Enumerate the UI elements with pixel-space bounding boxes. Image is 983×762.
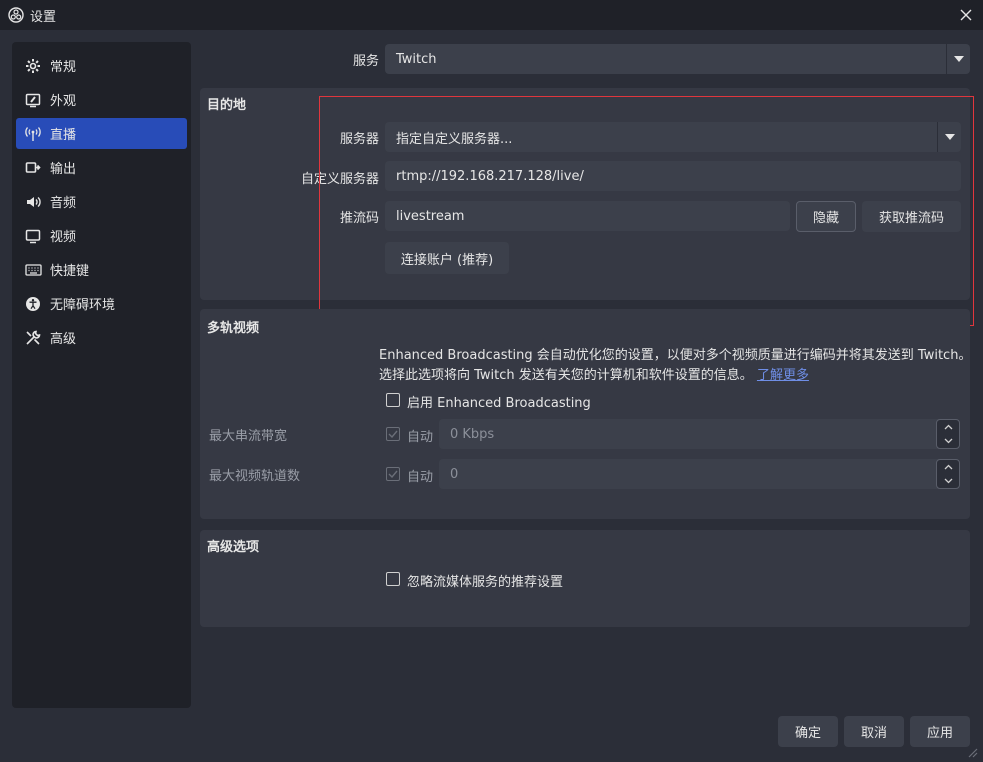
service-dropdown-button[interactable]: [946, 44, 970, 74]
max-bitrate-stepper[interactable]: [936, 419, 960, 449]
max-tracks-label: 最大视频轨道数: [209, 469, 301, 484]
sidebar-item-advanced[interactable]: 高级: [16, 322, 187, 353]
service-label: 服务: [352, 54, 379, 69]
max-tracks-stepper[interactable]: [936, 459, 960, 489]
sidebar-item-label: 常规: [50, 60, 77, 75]
max-tracks-spinbox[interactable]: 0: [439, 459, 960, 489]
ignore-recommended-label: 忽略流媒体服务的推荐设置: [407, 575, 564, 590]
sidebar-item-general[interactable]: 常规: [16, 50, 187, 81]
max-bitrate-auto-checkbox[interactable]: [386, 427, 400, 441]
sidebar-item-video[interactable]: 视频: [16, 220, 187, 251]
sidebar-item-label: 直播: [50, 128, 77, 143]
close-button[interactable]: [954, 3, 978, 27]
obs-logo-icon: [8, 7, 24, 23]
chevron-down-icon[interactable]: [937, 474, 959, 488]
max-tracks-auto-label: 自动: [407, 470, 434, 485]
custom-server-value: rtmp://192.168.217.128/live/: [396, 168, 584, 184]
stream-key-input[interactable]: livestream: [385, 201, 790, 231]
chevron-up-icon[interactable]: [937, 460, 959, 474]
close-icon: [960, 9, 972, 21]
sidebar-item-audio[interactable]: 音频: [16, 186, 187, 217]
service-combobox[interactable]: Twitch: [385, 44, 970, 74]
connect-account-button[interactable]: 连接账户 (推荐): [385, 242, 509, 274]
ignore-recommended-checkbox[interactable]: [386, 572, 400, 586]
multitrack-title: 多轨视频: [207, 321, 260, 336]
speaker-icon: [24, 193, 42, 211]
checkmark-icon: [388, 430, 398, 438]
monitor-icon: [24, 227, 42, 245]
multitrack-description-2: 选择此选项将向 Twitch 发送有关您的计算机和软件设置的信息。 了解更多: [379, 368, 809, 383]
accessibility-icon: [24, 295, 42, 313]
max-bitrate-value: 0 Kbps: [450, 426, 495, 442]
sidebar-item-appearance[interactable]: 外观: [16, 84, 187, 115]
advanced-options-title: 高级选项: [207, 540, 260, 555]
enable-enhanced-broadcasting-checkbox[interactable]: [386, 393, 400, 407]
gear-icon: [24, 57, 42, 75]
max-tracks-auto-checkbox[interactable]: [386, 467, 400, 481]
max-bitrate-spinbox[interactable]: 0 Kbps: [439, 419, 960, 449]
apply-button[interactable]: 应用: [910, 716, 970, 747]
sidebar-item-stream[interactable]: 直播: [16, 118, 187, 149]
multitrack-description-1: Enhanced Broadcasting 会自动优化您的设置，以便对多个视频质…: [379, 348, 972, 363]
sidebar-item-label: 高级: [50, 332, 77, 347]
appearance-icon: [24, 91, 42, 109]
sidebar-item-label: 音频: [50, 196, 77, 211]
sidebar-item-label: 输出: [50, 162, 77, 177]
ok-button[interactable]: 确定: [778, 716, 838, 747]
learn-more-link[interactable]: 了解更多: [757, 368, 809, 383]
sidebar-item-output[interactable]: 输出: [16, 152, 187, 183]
cancel-button[interactable]: 取消: [844, 716, 904, 747]
max-bitrate-label: 最大串流带宽: [209, 429, 288, 444]
stream-key-label: 推流码: [339, 211, 379, 226]
sidebar-item-label: 视频: [50, 230, 77, 245]
custom-server-label: 自定义服务器: [300, 172, 379, 187]
server-combobox[interactable]: 指定自定义服务器...: [385, 122, 961, 152]
service-value: Twitch: [396, 51, 437, 67]
tools-icon: [24, 329, 42, 347]
hide-key-button[interactable]: 隐藏: [796, 201, 856, 232]
title-bar: 设置: [0, 0, 983, 30]
advanced-options-group: 高级选项: [200, 530, 970, 627]
destination-title: 目的地: [207, 98, 247, 113]
chevron-up-icon[interactable]: [937, 420, 959, 434]
get-stream-key-button[interactable]: 获取推流码: [862, 201, 961, 232]
sidebar-item-label: 快捷键: [50, 264, 90, 279]
stream-key-value: livestream: [396, 208, 465, 224]
custom-server-input[interactable]: rtmp://192.168.217.128/live/: [385, 161, 961, 191]
keyboard-icon: [24, 261, 42, 279]
broadcast-icon: [24, 125, 42, 143]
window-title: 设置: [30, 10, 57, 25]
resize-grip-icon[interactable]: [966, 746, 978, 758]
caret-down-icon: [953, 56, 964, 62]
sidebar-item-label: 无障碍环境: [50, 298, 116, 313]
destination-group: 目的地: [200, 88, 970, 300]
checkmark-icon: [388, 470, 398, 478]
output-icon: [24, 159, 42, 177]
sidebar-item-label: 外观: [50, 94, 77, 109]
chevron-down-icon[interactable]: [937, 434, 959, 448]
server-dropdown-button[interactable]: [937, 122, 961, 152]
max-bitrate-auto-label: 自动: [407, 430, 434, 445]
sidebar-item-accessibility[interactable]: 无障碍环境: [16, 288, 187, 319]
max-tracks-value: 0: [450, 466, 459, 482]
sidebar-item-hotkeys[interactable]: 快捷键: [16, 254, 187, 285]
enable-enhanced-broadcasting-label: 启用 Enhanced Broadcasting: [407, 396, 591, 411]
caret-down-icon: [944, 134, 955, 140]
server-label: 服务器: [339, 132, 379, 147]
server-value: 指定自定义服务器...: [396, 131, 513, 147]
settings-sidebar: 常规 外观 直播 输出 音频 视频 快捷键 无障碍环境 高级: [12, 42, 191, 708]
